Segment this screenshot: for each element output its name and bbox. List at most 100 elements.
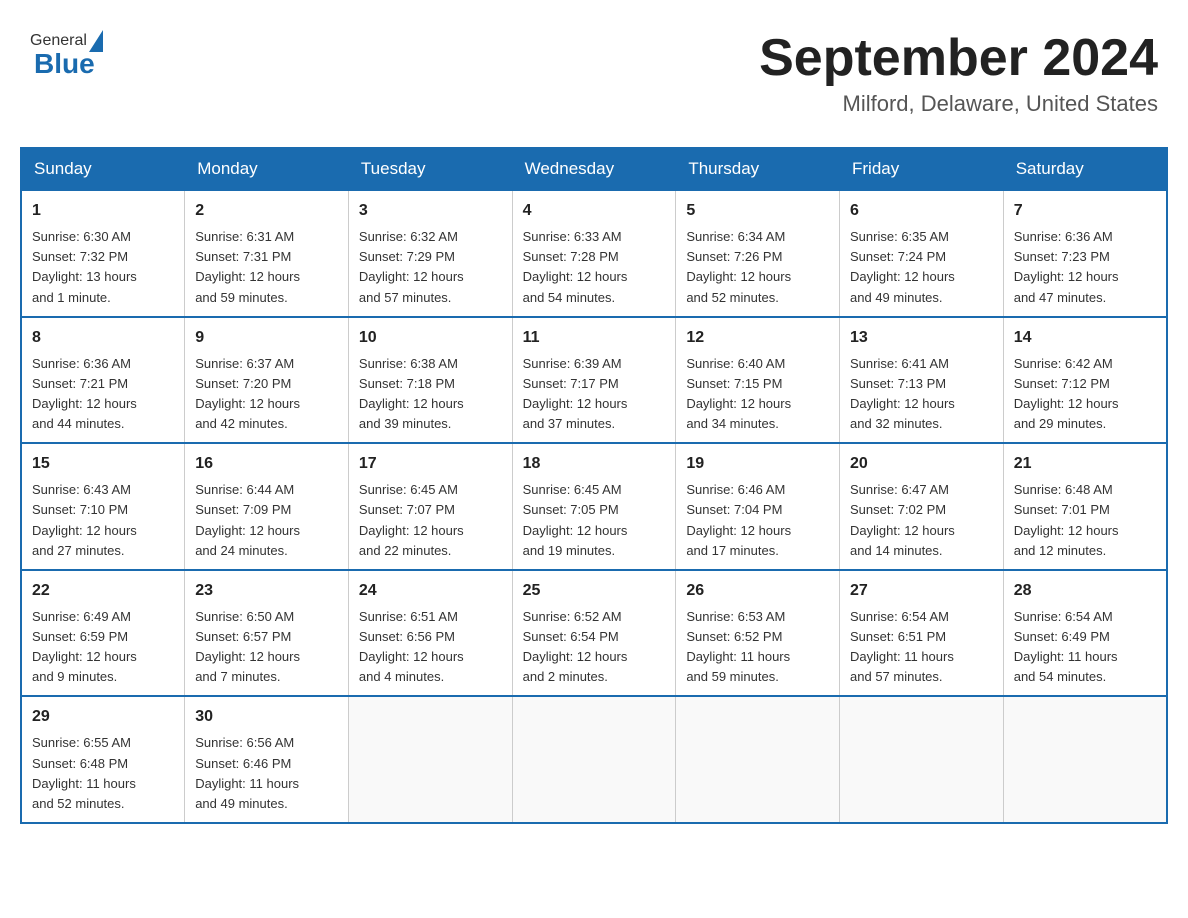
day-number: 30 <box>195 705 338 729</box>
calendar-week-2: 8 Sunrise: 6:36 AMSunset: 7:21 PMDaylight… <box>21 317 1167 444</box>
day-number: 24 <box>359 579 502 603</box>
table-row: 3 Sunrise: 6:32 AMSunset: 7:29 PMDaylight… <box>348 190 512 317</box>
table-row: 25 Sunrise: 6:52 AMSunset: 6:54 PMDayligh… <box>512 570 676 697</box>
day-number: 8 <box>32 326 174 350</box>
calendar-week-4: 22Sunrise: 6:49 AMSunset: 6:59 PMDayligh… <box>21 570 1167 697</box>
day-number: 21 <box>1014 452 1156 476</box>
day-info: Sunrise: 6:49 AMSunset: 6:59 PMDaylight:… <box>32 607 174 688</box>
day-info: Sunrise: 6:39 AMSunset: 7:17 PMDaylight:… <box>523 354 666 435</box>
day-info: Sunrise: 6:43 AMSunset: 7:10 PMDaylight:… <box>32 480 174 561</box>
day-info: Sunrise: 6:47 AMSunset: 7:02 PMDaylight:… <box>850 480 993 561</box>
header-sunday: Sunday <box>21 148 185 190</box>
table-row: 27 Sunrise: 6:54 AMSunset: 6:51 PMDayligh… <box>840 570 1004 697</box>
location-text: Milford, Delaware, United States <box>759 91 1158 117</box>
table-row <box>676 696 840 823</box>
day-info: Sunrise: 6:45 AMSunset: 7:05 PMDaylight:… <box>523 480 666 561</box>
day-info: Sunrise: 6:42 AMSunset: 7:12 PMDaylight:… <box>1014 354 1156 435</box>
day-number: 5 <box>686 199 829 223</box>
day-number: 14 <box>1014 326 1156 350</box>
day-number: 11 <box>523 326 666 350</box>
month-title: September 2024 <box>759 30 1158 87</box>
day-number: 18 <box>523 452 666 476</box>
table-row: 2 Sunrise: 6:31 AMSunset: 7:31 PMDaylight… <box>185 190 349 317</box>
calendar-week-5: 29Sunrise: 6:55 AMSunset: 6:48 PMDayligh… <box>21 696 1167 823</box>
table-row: 22Sunrise: 6:49 AMSunset: 6:59 PMDayligh… <box>21 570 185 697</box>
day-number: 7 <box>1014 199 1156 223</box>
table-row: 18 Sunrise: 6:45 AMSunset: 7:05 PMDayligh… <box>512 443 676 570</box>
day-info: Sunrise: 6:36 AMSunset: 7:21 PMDaylight:… <box>32 354 174 435</box>
table-row <box>512 696 676 823</box>
day-number: 1 <box>32 199 174 223</box>
day-info: Sunrise: 6:46 AMSunset: 7:04 PMDaylight:… <box>686 480 829 561</box>
day-number: 28 <box>1014 579 1156 603</box>
day-number: 15 <box>32 452 174 476</box>
table-row: 14 Sunrise: 6:42 AMSunset: 7:12 PMDayligh… <box>1003 317 1167 444</box>
day-info: Sunrise: 6:35 AMSunset: 7:24 PMDaylight:… <box>850 227 993 308</box>
day-info: Sunrise: 6:51 AMSunset: 6:56 PMDaylight:… <box>359 607 502 688</box>
day-number: 23 <box>195 579 338 603</box>
day-info: Sunrise: 6:31 AMSunset: 7:31 PMDaylight:… <box>195 227 338 308</box>
header-saturday: Saturday <box>1003 148 1167 190</box>
table-row: 11 Sunrise: 6:39 AMSunset: 7:17 PMDayligh… <box>512 317 676 444</box>
table-row <box>1003 696 1167 823</box>
calendar-week-3: 15 Sunrise: 6:43 AMSunset: 7:10 PMDayligh… <box>21 443 1167 570</box>
day-info: Sunrise: 6:53 AMSunset: 6:52 PMDaylight:… <box>686 607 829 688</box>
table-row: 13 Sunrise: 6:41 AMSunset: 7:13 PMDayligh… <box>840 317 1004 444</box>
day-info: Sunrise: 6:54 AMSunset: 6:51 PMDaylight:… <box>850 607 993 688</box>
day-number: 3 <box>359 199 502 223</box>
table-row: 30 Sunrise: 6:56 AMSunset: 6:46 PMDayligh… <box>185 696 349 823</box>
day-number: 12 <box>686 326 829 350</box>
header-wednesday: Wednesday <box>512 148 676 190</box>
day-number: 19 <box>686 452 829 476</box>
table-row: 21 Sunrise: 6:48 AMSunset: 7:01 PMDayligh… <box>1003 443 1167 570</box>
header-tuesday: Tuesday <box>348 148 512 190</box>
title-section: September 2024 Milford, Delaware, United… <box>759 30 1158 117</box>
table-row: 28 Sunrise: 6:54 AMSunset: 6:49 PMDayligh… <box>1003 570 1167 697</box>
table-row: 9Sunrise: 6:37 AMSunset: 7:20 PMDaylight… <box>185 317 349 444</box>
header-monday: Monday <box>185 148 349 190</box>
header-friday: Friday <box>840 148 1004 190</box>
table-row: 19 Sunrise: 6:46 AMSunset: 7:04 PMDayligh… <box>676 443 840 570</box>
table-row: 6 Sunrise: 6:35 AMSunset: 7:24 PMDaylight… <box>840 190 1004 317</box>
day-info: Sunrise: 6:52 AMSunset: 6:54 PMDaylight:… <box>523 607 666 688</box>
day-number: 26 <box>686 579 829 603</box>
header-thursday: Thursday <box>676 148 840 190</box>
day-info: Sunrise: 6:34 AMSunset: 7:26 PMDaylight:… <box>686 227 829 308</box>
calendar-table: Sunday Monday Tuesday Wednesday Thursday… <box>20 147 1168 824</box>
day-info: Sunrise: 6:50 AMSunset: 6:57 PMDaylight:… <box>195 607 338 688</box>
calendar-week-1: 1Sunrise: 6:30 AMSunset: 7:32 PMDaylight… <box>21 190 1167 317</box>
day-info: Sunrise: 6:36 AMSunset: 7:23 PMDaylight:… <box>1014 227 1156 308</box>
table-row: 17Sunrise: 6:45 AMSunset: 7:07 PMDayligh… <box>348 443 512 570</box>
day-info: Sunrise: 6:41 AMSunset: 7:13 PMDaylight:… <box>850 354 993 435</box>
table-row: 24 Sunrise: 6:51 AMSunset: 6:56 PMDayligh… <box>348 570 512 697</box>
day-number: 25 <box>523 579 666 603</box>
day-info: Sunrise: 6:40 AMSunset: 7:15 PMDaylight:… <box>686 354 829 435</box>
calendar-header-row: Sunday Monday Tuesday Wednesday Thursday… <box>21 148 1167 190</box>
day-number: 4 <box>523 199 666 223</box>
table-row: 7 Sunrise: 6:36 AMSunset: 7:23 PMDaylight… <box>1003 190 1167 317</box>
table-row <box>840 696 1004 823</box>
day-number: 6 <box>850 199 993 223</box>
day-number: 17 <box>359 452 502 476</box>
table-row <box>348 696 512 823</box>
table-row: 8 Sunrise: 6:36 AMSunset: 7:21 PMDaylight… <box>21 317 185 444</box>
table-row: 26 Sunrise: 6:53 AMSunset: 6:52 PMDayligh… <box>676 570 840 697</box>
day-info: Sunrise: 6:56 AMSunset: 6:46 PMDaylight:… <box>195 733 338 814</box>
table-row: 10Sunrise: 6:38 AMSunset: 7:18 PMDayligh… <box>348 317 512 444</box>
day-info: Sunrise: 6:54 AMSunset: 6:49 PMDaylight:… <box>1014 607 1156 688</box>
day-number: 16 <box>195 452 338 476</box>
day-info: Sunrise: 6:38 AMSunset: 7:18 PMDaylight:… <box>359 354 502 435</box>
table-row: 1Sunrise: 6:30 AMSunset: 7:32 PMDaylight… <box>21 190 185 317</box>
day-info: Sunrise: 6:44 AMSunset: 7:09 PMDaylight:… <box>195 480 338 561</box>
table-row: 16 Sunrise: 6:44 AMSunset: 7:09 PMDayligh… <box>185 443 349 570</box>
table-row: 29Sunrise: 6:55 AMSunset: 6:48 PMDayligh… <box>21 696 185 823</box>
day-number: 27 <box>850 579 993 603</box>
day-number: 2 <box>195 199 338 223</box>
table-row: 15 Sunrise: 6:43 AMSunset: 7:10 PMDayligh… <box>21 443 185 570</box>
logo: General Blue <box>30 30 105 80</box>
logo-blue-text: Blue <box>34 48 95 80</box>
day-info: Sunrise: 6:48 AMSunset: 7:01 PMDaylight:… <box>1014 480 1156 561</box>
page-header: General Blue September 2024 Milford, Del… <box>20 20 1168 127</box>
day-info: Sunrise: 6:32 AMSunset: 7:29 PMDaylight:… <box>359 227 502 308</box>
day-number: 13 <box>850 326 993 350</box>
